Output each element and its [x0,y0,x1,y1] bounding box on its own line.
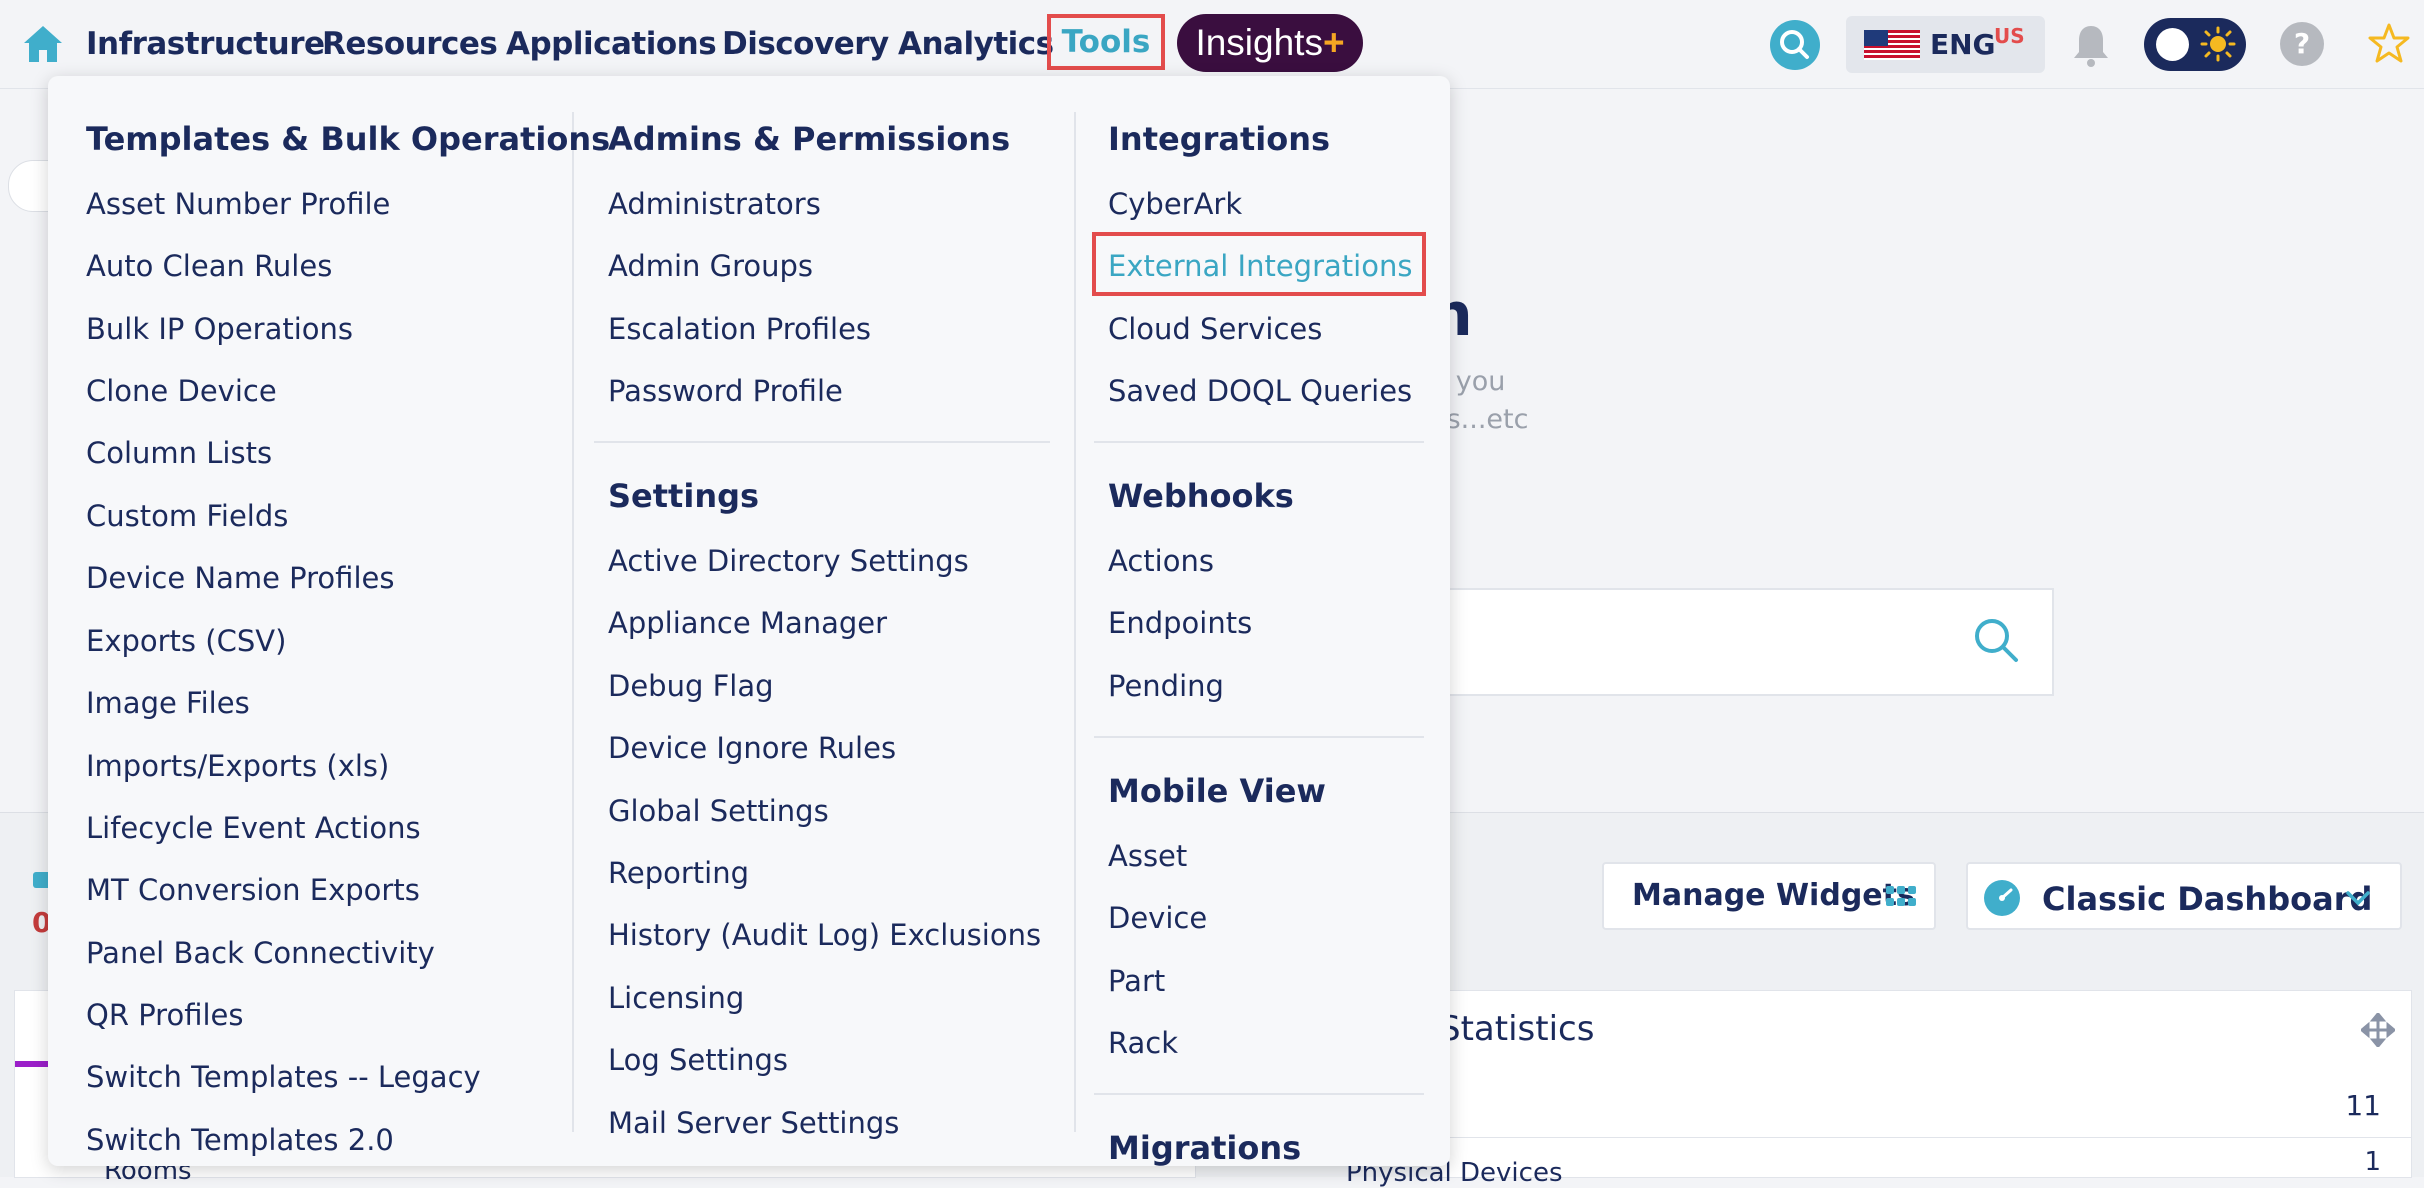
help-icon[interactable]: ? [2280,22,2324,66]
menu-item-history-exclusions[interactable]: History (Audit Log) Exclusions [608,915,1041,955]
menu-item-device[interactable]: Device [1108,898,1207,938]
language-selector[interactable]: ENG US [1846,16,2045,73]
toggle-knob [2156,28,2189,61]
nav-discovery[interactable]: Discovery [722,22,889,66]
menu-item-asset-number-profile[interactable]: Asset Number Profile [86,184,390,224]
stat-value: 11 [2345,1089,2381,1122]
menu-item-device-name-profiles[interactable]: Device Name Profiles [86,558,394,598]
section-divider [1094,1093,1424,1095]
hide-panel-tab[interactable] [8,160,52,212]
section-heading-settings: Settings [608,477,760,515]
nav-tools[interactable]: Tools [1047,14,1165,70]
dashboard-selector[interactable]: Classic Dashboard [1966,862,2402,930]
search-icon[interactable] [1970,614,2022,666]
theme-toggle[interactable] [2144,18,2246,71]
menu-item-mt-conversion-exports[interactable]: MT Conversion Exports [86,870,420,910]
nav-infrastructure[interactable]: Infrastructure [86,22,325,66]
chevron-down-icon [2346,891,2370,906]
menu-item-admin-groups[interactable]: Admin Groups [608,246,813,286]
insights-button[interactable]: Insights+ [1177,14,1363,72]
menu-item-panel-back-connectivity[interactable]: Panel Back Connectivity [86,933,435,973]
menu-item-log-settings[interactable]: Log Settings [608,1040,788,1080]
tools-dropdown-menu: Templates & Bulk Operations Asset Number… [48,76,1450,1167]
menu-item-cyberark[interactable]: CyberArk [1108,184,1242,224]
menu-item-imports-exports-xls[interactable]: Imports/Exports (xls) [86,746,389,786]
dashboard-selector-label: Classic Dashboard [2042,880,2373,918]
move-icon[interactable] [2361,1013,2395,1047]
section-heading-webhooks: Webhooks [1108,477,1294,515]
menu-item-pending[interactable]: Pending [1108,666,1224,706]
menu-item-image-files[interactable]: Image Files [86,683,250,723]
statistics-widget: Statistics 11 1 [1438,990,2412,1178]
menu-item-custom-fields[interactable]: Custom Fields [86,496,288,536]
insights-label: Insights [1195,22,1323,63]
section-divider [594,441,1050,443]
menu-item-mail-server-settings[interactable]: Mail Server Settings [608,1103,899,1143]
section-heading-mobile-view: Mobile View [1108,772,1326,810]
menu-item-device-ignore-rules[interactable]: Device Ignore Rules [608,728,896,768]
menu-item-administrators[interactable]: Administrators [608,184,821,224]
menu-item-clone-device[interactable]: Clone Device [86,371,277,411]
sun-icon [2200,26,2236,62]
manage-widgets-label: Manage Widgets [1632,878,1915,913]
language-code: ENG [1930,28,1996,61]
menu-item-debug-flag[interactable]: Debug Flag [608,666,774,706]
star-icon[interactable] [2368,22,2410,64]
menu-item-switch-templates-legacy[interactable]: Switch Templates -- Legacy [86,1057,481,1097]
us-flag-icon [1864,30,1920,60]
menu-item-rack[interactable]: Rack [1108,1023,1178,1063]
menu-item-bulk-ip-operations[interactable]: Bulk IP Operations [86,309,353,349]
section-heading-admins: Admins & Permissions [608,120,1011,158]
menu-item-exports-csv[interactable]: Exports (CSV) [86,621,286,661]
stat-value: 1 [2364,1147,2381,1177]
column-divider [572,112,574,1132]
menu-item-switch-templates-2[interactable]: Switch Templates 2.0 [86,1120,394,1160]
section-heading-templates: Templates & Bulk Operations [86,120,611,158]
menu-item-appliance-manager[interactable]: Appliance Manager [608,603,887,643]
bell-icon[interactable] [2070,22,2112,68]
grid-icon [1886,886,1916,906]
menu-item-auto-clean-rules[interactable]: Auto Clean Rules [86,246,332,286]
menu-item-licensing[interactable]: Licensing [608,978,744,1018]
gauge-icon [1984,880,2020,916]
menu-item-password-profile[interactable]: Password Profile [608,371,843,411]
menu-item-actions[interactable]: Actions [1108,541,1214,581]
menu-item-cloud-services[interactable]: Cloud Services [1108,309,1322,349]
search-icon [1780,30,1809,59]
language-region: US [1994,24,2025,48]
menu-item-escalation-profiles[interactable]: Escalation Profiles [608,309,871,349]
section-heading-integrations: Integrations [1108,120,1331,158]
home-icon[interactable] [20,22,66,66]
menu-item-qr-profiles[interactable]: QR Profiles [86,995,243,1035]
column-divider [1074,112,1076,1132]
insights-plus: + [1322,22,1345,63]
menu-item-reporting[interactable]: Reporting [608,853,749,893]
manage-widgets-button[interactable]: Manage Widgets [1602,862,1936,930]
menu-item-external-integrations[interactable]: External Integrations [1108,246,1412,286]
menu-item-global-settings[interactable]: Global Settings [608,791,829,831]
widget-title: Statistics [1439,1009,1595,1049]
main-search-input[interactable] [1440,588,2054,696]
section-divider [1094,736,1424,738]
menu-item-asset[interactable]: Asset [1108,836,1187,876]
menu-item-active-directory-settings[interactable]: Active Directory Settings [608,541,969,581]
nav-applications[interactable]: Applications [506,22,717,66]
menu-item-column-lists[interactable]: Column Lists [86,433,272,473]
row-divider [1439,1137,2411,1138]
menu-item-lifecycle-event-actions[interactable]: Lifecycle Event Actions [86,808,421,848]
menu-item-saved-doql-queries[interactable]: Saved DOQL Queries [1108,371,1412,411]
global-search-button[interactable] [1770,20,1820,70]
menu-item-endpoints[interactable]: Endpoints [1108,603,1252,643]
nav-resources[interactable]: Resources [322,22,498,66]
section-heading-migrations: Migrations [1108,1129,1302,1167]
section-divider [1094,441,1424,443]
menu-item-part[interactable]: Part [1108,961,1165,1001]
nav-analytics[interactable]: Analytics [898,22,1054,66]
